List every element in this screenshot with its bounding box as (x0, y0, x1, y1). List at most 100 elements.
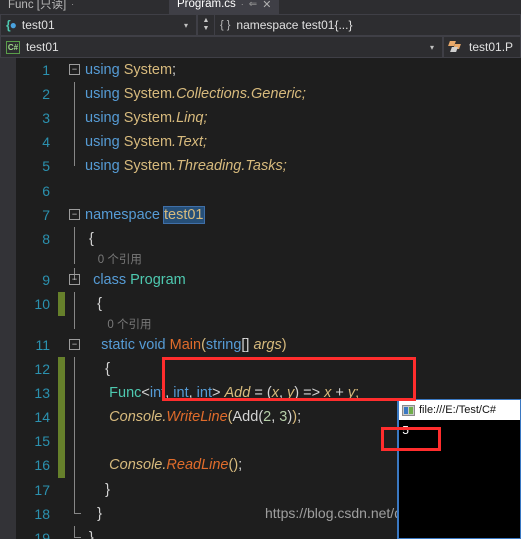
codelens-label[interactable]: 0 个引用 (85, 251, 521, 267)
token-punct: = (250, 385, 267, 402)
project-scope-dropdown[interactable]: {● test01 ▾ (0, 14, 197, 36)
pin-icon[interactable]: ⇐ (249, 0, 257, 10)
selected-identifier[interactable]: test01 (163, 205, 205, 224)
collapse-icon[interactable]: − (69, 338, 80, 350)
code-line[interactable]: 6 (16, 178, 521, 202)
outline-toggle[interactable]: − (65, 203, 85, 227)
codelens-references-class[interactable]: 0 个引用 (16, 247, 521, 268)
change-marker (58, 82, 65, 106)
change-marker (58, 478, 65, 502)
code-line[interactable]: 1 − using System; (16, 58, 521, 82)
console-title-bar[interactable]: file:///E:/Test/C# (399, 400, 520, 420)
console-output-value: 5 (402, 424, 410, 438)
outline-guide (65, 106, 85, 131)
token-punct: [] (241, 336, 250, 353)
token-variable: Add (232, 409, 259, 426)
codelens-label[interactable]: 0 个引用 (85, 316, 521, 332)
change-marker (58, 357, 65, 382)
tab-program-cs[interactable]: Program.cs · ⇐ ✕ (169, 0, 280, 14)
token-punct: ; (238, 457, 243, 474)
code-line[interactable]: 11 − static void Main(string[] args) (16, 333, 521, 357)
code-line[interactable]: 4 using System.Text; (16, 130, 521, 155)
token-keyword: using (85, 86, 120, 103)
token-brace: } (89, 529, 94, 539)
line-number: 10 (34, 295, 50, 312)
token-punct: ; (355, 385, 360, 402)
token-keyword: static (101, 336, 135, 353)
tab-dirty-indicator: · (240, 0, 244, 9)
code-text: using System; (85, 62, 521, 78)
token-type: Program (130, 271, 186, 288)
change-marker (58, 178, 65, 202)
type-dropdown[interactable]: C# test01 ▾ (0, 36, 443, 58)
token-punct: ; (203, 110, 208, 127)
token-namespace: System (123, 110, 173, 127)
method-dropdown[interactable]: test01.P (443, 36, 521, 58)
outline-guide (65, 525, 85, 539)
outline-toggle[interactable]: − (65, 267, 85, 292)
codelens-references-main[interactable]: 0 个引用 (16, 312, 521, 333)
code-text: static void Main(string[] args) (85, 337, 521, 353)
change-marker (58, 106, 65, 130)
token-punct: , (278, 385, 287, 402)
collapse-icon[interactable]: − (69, 208, 80, 220)
token-method: Main (169, 336, 202, 353)
project-scope-value: test01 (21, 18, 55, 32)
outline-guide (65, 154, 85, 178)
code-line[interactable]: 9 − class Program (16, 267, 521, 292)
navigation-bar-row-2: C# test01 ▾ test01.P (0, 36, 521, 58)
line-number: 14 (34, 409, 50, 426)
code-text: using System.Collections.Generic; (85, 86, 521, 102)
line-number: 1 (42, 62, 50, 79)
csharp-file-icon: C# (6, 40, 20, 54)
line-number: 19 (34, 529, 50, 539)
outline-toggle[interactable]: − (65, 58, 85, 82)
code-line[interactable]: 5 using System.Threading.Tasks; (16, 154, 521, 178)
outline-guide (65, 405, 85, 430)
code-line[interactable]: 12 { (16, 357, 521, 382)
token-brace: { (97, 295, 102, 312)
tab-label: Func [只读] (8, 0, 67, 11)
code-text: namespace test01 (85, 205, 521, 224)
line-number: 15 (34, 433, 50, 450)
code-line[interactable]: 7 − namespace test01 (16, 203, 521, 227)
chevron-down-icon[interactable]: ▾ (180, 21, 194, 30)
token-punct: ) (281, 336, 287, 353)
code-line[interactable]: 10 { (16, 291, 521, 316)
code-line[interactable]: 2 using System.Collections.Generic; (16, 82, 521, 107)
outline-guide (65, 453, 85, 478)
line-number: 16 (34, 457, 50, 474)
token-punct: ; (282, 158, 287, 175)
token-keyword: using (85, 110, 120, 127)
line-number: 2 (42, 86, 50, 103)
chevron-down-icon[interactable]: ▾ (426, 43, 440, 52)
token-keyword: string (205, 336, 242, 353)
spinner-up-icon[interactable]: ▲ (203, 17, 210, 25)
type-dropdown-value: test01 (26, 40, 59, 54)
token-namespace: Generic (251, 86, 302, 103)
change-marker (58, 58, 65, 82)
token-type: Console (109, 409, 163, 426)
token-namespace: System (123, 158, 173, 175)
console-output-window[interactable]: file:///E:/Test/C# 5 (398, 399, 521, 539)
outline-toggle[interactable]: − (65, 333, 85, 357)
namespace-icon: {● (6, 18, 17, 32)
token-keyword: using (85, 158, 120, 175)
collapse-icon[interactable]: − (69, 273, 80, 285)
change-marker (58, 381, 65, 406)
change-marker (58, 405, 65, 430)
indicator-margin[interactable] (0, 58, 16, 539)
member-scope-dropdown[interactable]: { } namespace test01{...} (215, 14, 521, 36)
navbar-spinner[interactable]: ▲ ▼ (197, 14, 215, 36)
method-icon (448, 41, 463, 53)
code-text: using System.Linq; (85, 110, 521, 126)
tab-func-readonly[interactable]: Func [只读] · (0, 0, 83, 14)
token-punct: ; (202, 134, 207, 151)
code-line[interactable]: 8 { (16, 226, 521, 251)
code-line[interactable]: 3 using System.Linq; (16, 106, 521, 131)
line-number: 5 (42, 158, 50, 175)
close-icon[interactable]: ✕ (262, 0, 271, 11)
spinner-down-icon[interactable]: ▼ (203, 25, 210, 33)
change-marker (58, 268, 65, 292)
collapse-icon[interactable]: − (69, 64, 80, 75)
